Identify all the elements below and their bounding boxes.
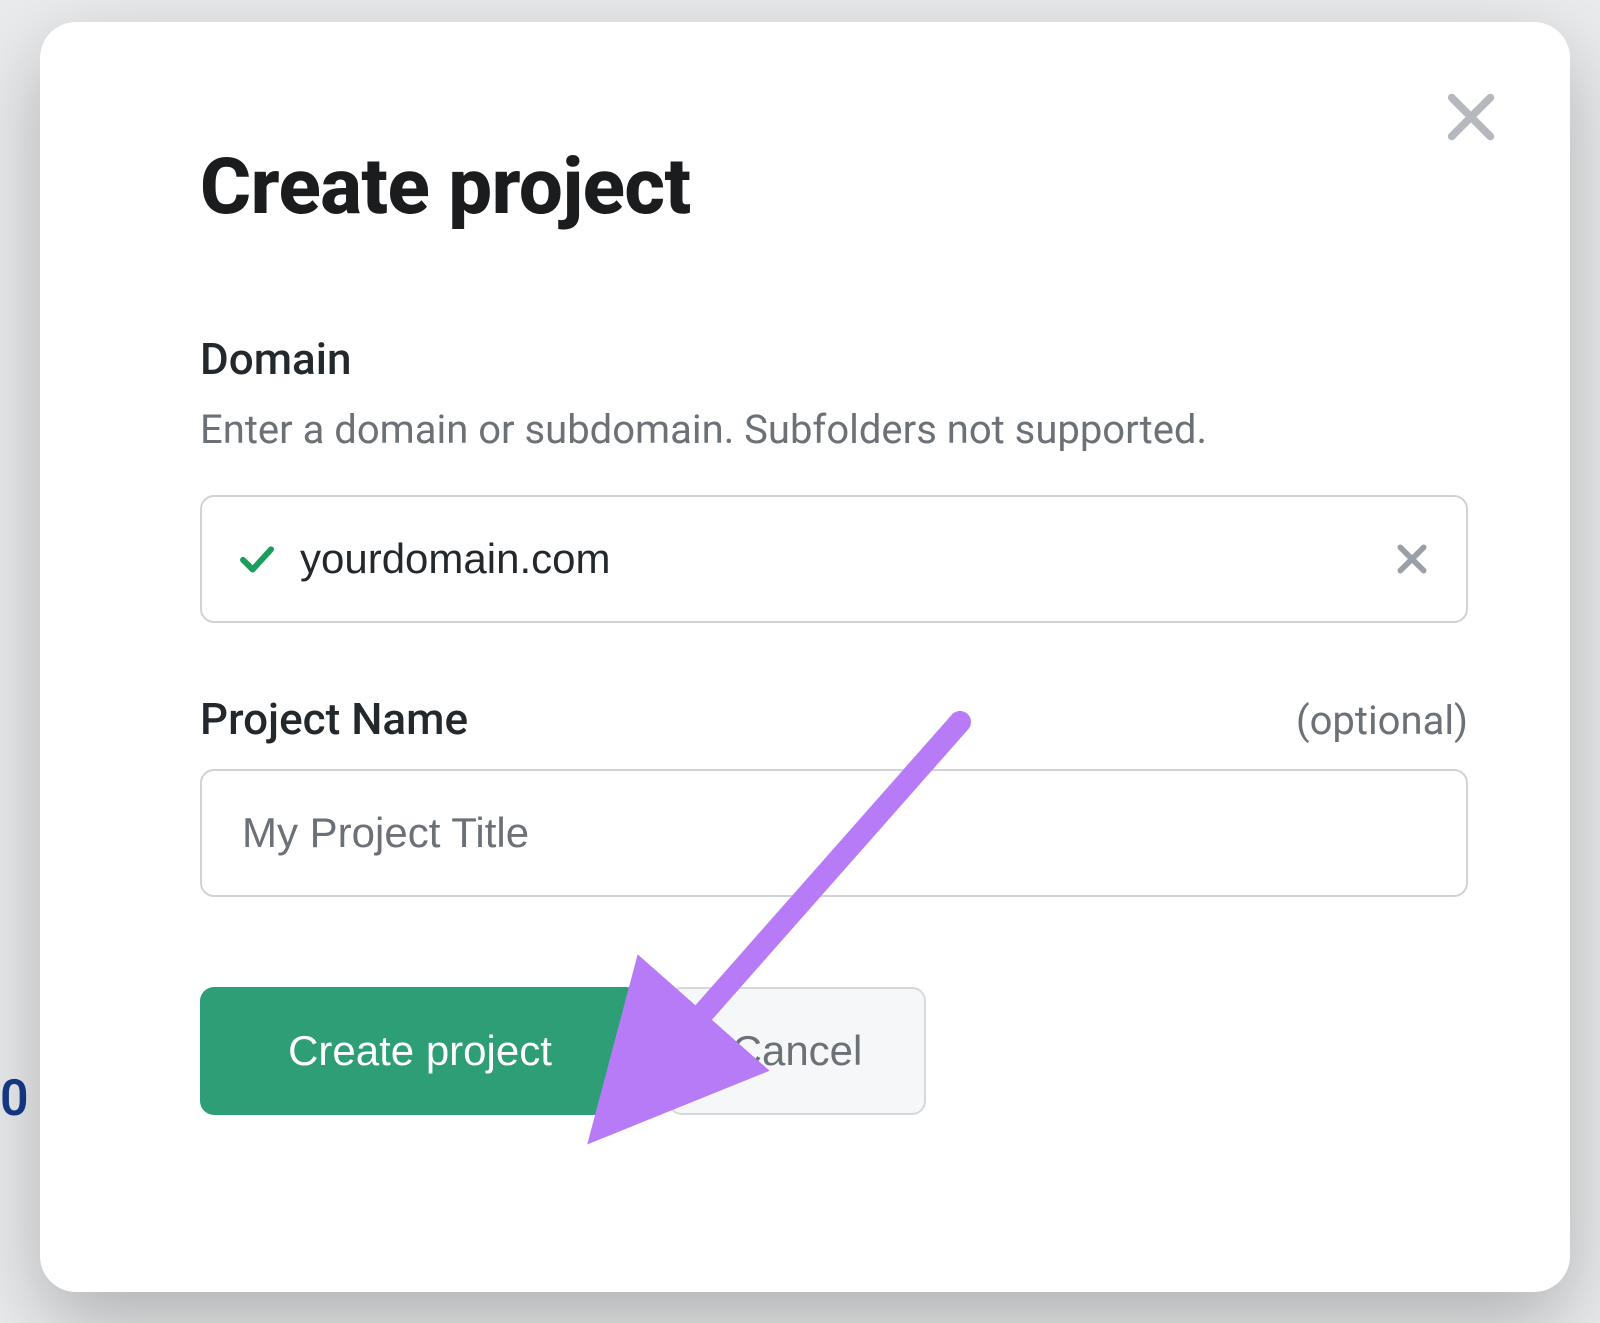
create-project-button[interactable]: Create project (200, 987, 640, 1115)
button-row: Create project Cancel (200, 987, 1410, 1115)
create-project-modal: Create project Domain Enter a domain or … (40, 22, 1570, 1292)
domain-label: Domain (200, 333, 1410, 385)
domain-input-wrap[interactable] (200, 495, 1468, 623)
cancel-button[interactable]: Cancel (668, 987, 926, 1115)
close-button[interactable] (1436, 82, 1506, 152)
project-name-field-block: Project Name (optional) (200, 693, 1410, 897)
x-icon (1392, 539, 1432, 579)
modal-title: Create project (200, 142, 1410, 233)
project-name-optional: (optional) (1296, 697, 1468, 744)
domain-field-block: Domain Enter a domain or subdomain. Subf… (200, 333, 1410, 623)
project-name-label: Project Name (200, 693, 468, 745)
background-partial-number: 0 (0, 1070, 29, 1128)
check-icon (236, 538, 278, 580)
domain-input[interactable] (300, 535, 1356, 583)
project-name-input[interactable] (242, 809, 1426, 857)
close-icon (1442, 88, 1500, 146)
project-name-label-row: Project Name (optional) (200, 693, 1468, 745)
domain-help-text: Enter a domain or subdomain. Subfolders … (200, 403, 1410, 457)
project-name-input-wrap[interactable] (200, 769, 1468, 897)
clear-domain-button[interactable] (1392, 539, 1432, 579)
